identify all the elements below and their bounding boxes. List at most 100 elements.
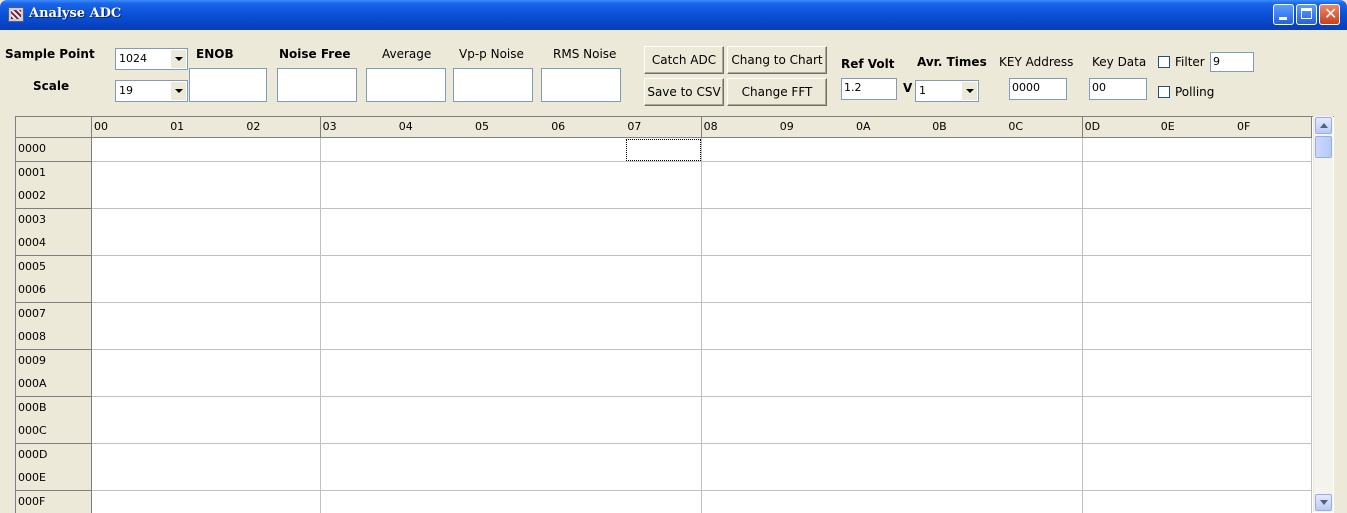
- grid-cell[interactable]: [320, 373, 398, 397]
- grid-cell[interactable]: [930, 467, 1008, 491]
- grid-cell[interactable]: [549, 302, 627, 327]
- grid-cell[interactable]: [473, 302, 550, 327]
- grid-cell[interactable]: [473, 208, 550, 233]
- grid-cell[interactable]: [244, 161, 322, 186]
- grid-cell[interactable]: [701, 373, 779, 397]
- title-bar[interactable]: Analyse ADC ✕: [0, 0, 1347, 30]
- column-header[interactable]: 09: [777, 117, 855, 138]
- grid-cell[interactable]: [1006, 138, 1084, 162]
- grid-cell[interactable]: [1158, 302, 1236, 327]
- grid-cell[interactable]: [1006, 232, 1084, 256]
- grid-cell[interactable]: [1006, 255, 1084, 280]
- grid-cell[interactable]: [92, 279, 169, 303]
- catch-adc-button[interactable]: Catch ADC: [644, 46, 724, 74]
- grid-cell[interactable]: [320, 326, 398, 350]
- grid-cell[interactable]: [1006, 349, 1084, 374]
- grid-cell[interactable]: [396, 232, 474, 256]
- grid-cell[interactable]: [168, 349, 246, 374]
- grid-cell[interactable]: [320, 185, 398, 209]
- grid-cell[interactable]: [930, 373, 1008, 397]
- grid-cell[interactable]: [320, 138, 398, 162]
- grid-cell[interactable]: [1235, 326, 1312, 350]
- grid-cell[interactable]: [777, 185, 855, 209]
- column-header[interactable]: 0A: [854, 117, 931, 138]
- grid-cell[interactable]: [396, 138, 474, 162]
- grid-cell[interactable]: [625, 232, 703, 256]
- grid-cell[interactable]: [625, 443, 703, 468]
- grid-cell[interactable]: [168, 161, 246, 186]
- grid-cell[interactable]: [854, 349, 931, 374]
- grid-cell[interactable]: [396, 443, 474, 468]
- grid-cell[interactable]: [854, 326, 931, 350]
- row-header[interactable]: 0007: [16, 302, 92, 327]
- grid-cell[interactable]: [473, 232, 550, 256]
- grid-cell[interactable]: [777, 490, 855, 513]
- grid-cell[interactable]: [320, 232, 398, 256]
- grid-cell[interactable]: [473, 420, 550, 444]
- grid-cell[interactable]: [1158, 349, 1236, 374]
- grid-cell[interactable]: [854, 161, 931, 186]
- grid-cell[interactable]: [777, 208, 855, 233]
- grid-cell[interactable]: [92, 138, 169, 162]
- grid-cell[interactable]: [1082, 396, 1160, 421]
- grid-cell[interactable]: [930, 490, 1008, 513]
- grid-cell[interactable]: [1158, 420, 1236, 444]
- grid-cell[interactable]: [625, 138, 703, 162]
- grid-cell[interactable]: [1158, 490, 1236, 513]
- grid-cell[interactable]: [168, 490, 246, 513]
- grid-cell[interactable]: [473, 396, 550, 421]
- grid-cell[interactable]: [625, 349, 703, 374]
- grid-cell[interactable]: [244, 467, 322, 491]
- grid-cell[interactable]: [930, 443, 1008, 468]
- grid-cell[interactable]: [320, 396, 398, 421]
- scroll-thumb[interactable]: [1315, 136, 1332, 158]
- row-header[interactable]: 0000: [16, 138, 92, 162]
- grid-cell[interactable]: [701, 302, 779, 327]
- grid-cell[interactable]: [854, 255, 931, 280]
- grid-cell[interactable]: [473, 373, 550, 397]
- grid-cell[interactable]: [244, 490, 322, 513]
- grid-cell[interactable]: [1006, 420, 1084, 444]
- grid-cell[interactable]: [701, 208, 779, 233]
- grid-cell[interactable]: [320, 302, 398, 327]
- grid-cell[interactable]: [1158, 443, 1236, 468]
- grid-cell[interactable]: [854, 279, 931, 303]
- grid-cell[interactable]: [701, 443, 779, 468]
- row-header[interactable]: 0004: [16, 232, 92, 256]
- grid-cell[interactable]: [625, 490, 703, 513]
- grid-cell[interactable]: [1235, 255, 1312, 280]
- grid-cell[interactable]: [854, 490, 931, 513]
- row-header[interactable]: 0001: [16, 161, 92, 186]
- column-header[interactable]: 0B: [930, 117, 1008, 138]
- grid-cell[interactable]: [92, 467, 169, 491]
- grid-cell[interactable]: [701, 467, 779, 491]
- grid-cell[interactable]: [244, 349, 322, 374]
- grid-cell[interactable]: [854, 467, 931, 491]
- grid-cell[interactable]: [473, 443, 550, 468]
- grid-cell[interactable]: [1082, 208, 1160, 233]
- grid-cell[interactable]: [92, 208, 169, 233]
- grid-cell[interactable]: [1158, 255, 1236, 280]
- grid-cell[interactable]: [1006, 326, 1084, 350]
- grid-cell[interactable]: [320, 490, 398, 513]
- grid-cell[interactable]: [1082, 185, 1160, 209]
- grid-cell[interactable]: [1082, 443, 1160, 468]
- grid-cell[interactable]: [701, 490, 779, 513]
- grid-cell[interactable]: [168, 467, 246, 491]
- app-icon[interactable]: [8, 7, 24, 22]
- grid-cell[interactable]: [549, 255, 627, 280]
- grid-cell[interactable]: [396, 373, 474, 397]
- grid-cell[interactable]: [1082, 302, 1160, 327]
- grid-cell[interactable]: [320, 255, 398, 280]
- grid-cell[interactable]: [396, 185, 474, 209]
- grid-cell[interactable]: [625, 279, 703, 303]
- rms-noise-field[interactable]: [541, 68, 621, 102]
- grid-cell[interactable]: [777, 373, 855, 397]
- grid-cell[interactable]: [854, 373, 931, 397]
- grid-cell[interactable]: [168, 185, 246, 209]
- grid-cell[interactable]: [92, 326, 169, 350]
- grid-cell[interactable]: [1006, 396, 1084, 421]
- grid-cell[interactable]: [1158, 208, 1236, 233]
- grid-cell[interactable]: [549, 420, 627, 444]
- grid-cell[interactable]: [320, 467, 398, 491]
